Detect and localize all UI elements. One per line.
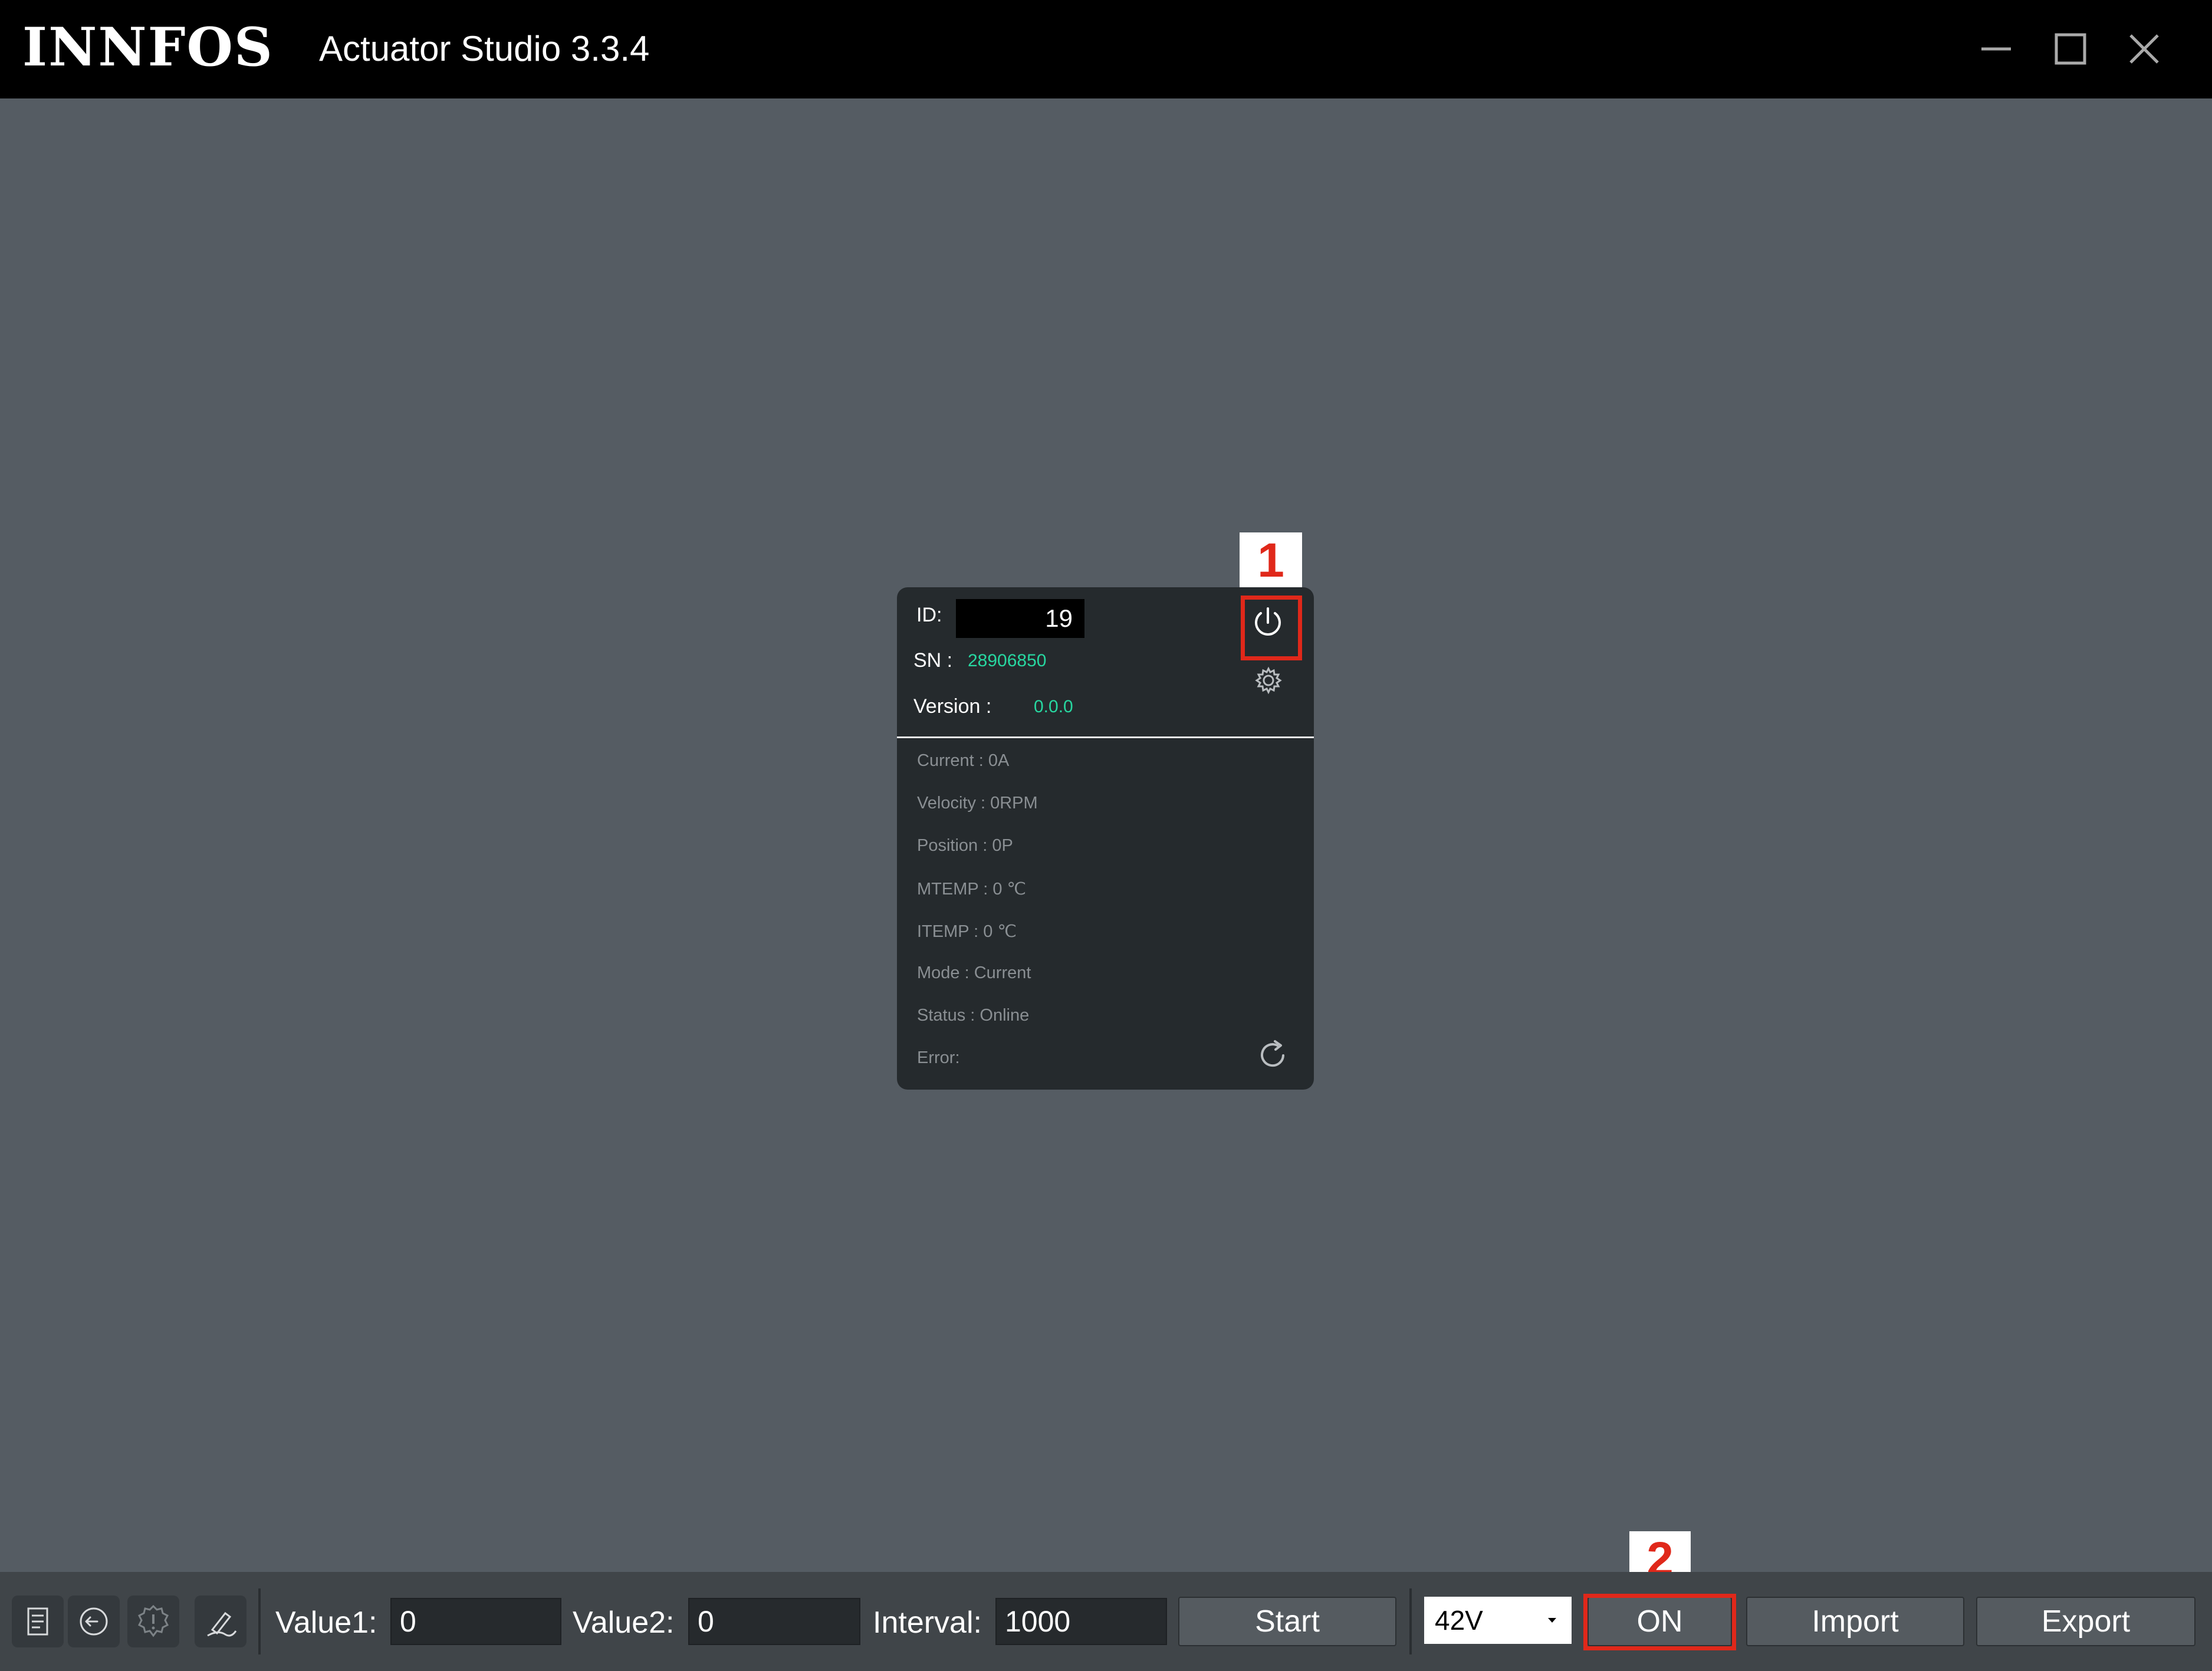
value2-label: Value2: bbox=[573, 1606, 675, 1640]
settings-button[interactable] bbox=[1251, 663, 1286, 698]
value1-input[interactable]: 0 bbox=[390, 1598, 561, 1645]
value2-input[interactable]: 0 bbox=[688, 1598, 860, 1645]
pen-button[interactable] bbox=[195, 1596, 246, 1647]
exit-icon bbox=[80, 1607, 108, 1636]
minimize-icon bbox=[1981, 47, 2011, 51]
list-icon bbox=[27, 1607, 48, 1636]
export-button[interactable]: Export bbox=[1976, 1597, 2195, 1646]
close-button[interactable] bbox=[2118, 22, 2171, 75]
voltage-select[interactable]: 42V bbox=[1424, 1597, 1572, 1644]
actuator-card: ID: 19 SN : 28906850 Version : 0.0.0 Cur… bbox=[897, 587, 1314, 1090]
id-label: ID: bbox=[916, 604, 942, 626]
stat-itemp: ITEMP : 0 ℃ bbox=[917, 922, 1017, 941]
stat-current: Current : 0A bbox=[917, 751, 1010, 770]
stat-status: Status : Online bbox=[917, 1006, 1030, 1025]
version-value: 0.0.0 bbox=[1034, 697, 1073, 716]
list-button[interactable] bbox=[12, 1596, 64, 1647]
title-bar: INNFOS Actuator Studio 3.3.4 bbox=[0, 0, 2212, 98]
annotation-label-1: 1 bbox=[1240, 532, 1302, 587]
minimize-button[interactable] bbox=[1970, 22, 2023, 75]
app-logo: INNFOS bbox=[22, 16, 274, 78]
toolbar-separator bbox=[1409, 1588, 1412, 1654]
gear-icon bbox=[1255, 666, 1282, 695]
sn-value: 28906850 bbox=[968, 651, 1047, 670]
exit-button[interactable] bbox=[68, 1596, 120, 1647]
dropdown-arrow-icon bbox=[1548, 1618, 1556, 1623]
stat-position: Position : 0P bbox=[917, 836, 1013, 855]
highlight-power-button bbox=[1241, 596, 1302, 660]
id-value[interactable]: 19 bbox=[956, 599, 1084, 638]
maximize-button[interactable] bbox=[2044, 22, 2097, 75]
sn-label: SN : bbox=[913, 649, 953, 672]
voltage-value: 42V bbox=[1435, 1605, 1483, 1636]
stat-mtemp: MTEMP : 0 ℃ bbox=[917, 880, 1027, 899]
close-icon bbox=[2129, 34, 2159, 64]
alert-icon bbox=[137, 1604, 169, 1637]
highlight-on-button bbox=[1583, 1594, 1736, 1650]
refresh-icon bbox=[1261, 1040, 1284, 1067]
interval-label: Interval: bbox=[873, 1606, 982, 1640]
import-button[interactable]: Import bbox=[1746, 1597, 1964, 1646]
version-label: Version : bbox=[913, 695, 992, 718]
stat-velocity: Velocity : 0RPM bbox=[917, 794, 1038, 813]
card-divider bbox=[897, 736, 1314, 738]
interval-input[interactable]: 1000 bbox=[995, 1598, 1167, 1645]
refresh-button[interactable] bbox=[1254, 1037, 1291, 1074]
window-title: Actuator Studio 3.3.4 bbox=[319, 29, 650, 68]
stat-error: Error: bbox=[917, 1048, 960, 1067]
stat-mode: Mode : Current bbox=[917, 963, 1031, 982]
alert-button[interactable] bbox=[127, 1596, 179, 1647]
maximize-icon bbox=[2055, 33, 2086, 65]
pen-icon bbox=[207, 1611, 237, 1637]
start-button[interactable]: Start bbox=[1178, 1597, 1396, 1646]
toolbar-separator bbox=[258, 1588, 261, 1654]
value1-label: Value1: bbox=[275, 1606, 377, 1640]
